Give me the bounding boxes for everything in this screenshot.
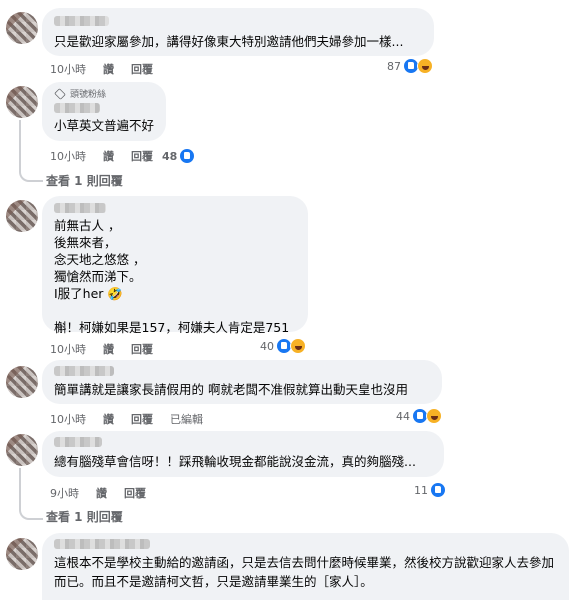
comment-time[interactable]: 9小時: [50, 485, 79, 501]
reaction-count: 48: [162, 149, 178, 163]
comment-bubble: 頭號粉絲 小草英文普遍不好: [42, 82, 166, 141]
view-replies-link[interactable]: 查看 1 則回覆: [46, 508, 123, 525]
comment-time[interactable]: 10小時: [50, 61, 86, 77]
reaction-count: 44: [396, 409, 410, 423]
reaction-summary[interactable]: 48: [162, 148, 196, 164]
haha-icon: [290, 338, 306, 354]
like-button[interactable]: 讚: [103, 341, 114, 357]
top-fan-badge: 頭號粉絲: [54, 87, 154, 100]
haha-icon: [426, 408, 442, 424]
comment-actions: 10小時 讚 回覆 已編輯: [50, 411, 203, 427]
avatar[interactable]: [6, 434, 38, 466]
avatar[interactable]: [6, 366, 38, 398]
avatar[interactable]: [6, 538, 38, 570]
avatar[interactable]: [6, 12, 38, 44]
thread-connector: [19, 120, 21, 172]
comment-text: 前無古人 ， 後無來者， 念天地之悠悠 ， 獨愴然而涕下。 I服了her 🤣 槲…: [54, 218, 290, 335]
view-replies-link[interactable]: 查看 1 則回覆: [46, 172, 123, 189]
comment-time[interactable]: 10小時: [50, 411, 86, 427]
reply-button[interactable]: 回覆: [131, 61, 153, 77]
comment-text: 總有腦殘草會信呀！！踩飛輪收現金都能說沒金流，真的夠腦殘...: [54, 454, 416, 469]
comment-actions: 10小時 讚 回覆 48: [50, 148, 196, 164]
comment-text: 這根本不是學校主動給的邀請函，只是去信去問什麼時候畢業，然後校方說歡迎家人去參加…: [54, 555, 555, 589]
edited-label[interactable]: 已編輯: [170, 411, 203, 427]
like-button[interactable]: 讚: [96, 485, 107, 501]
comment-time[interactable]: 10小時: [50, 148, 86, 164]
comment-time[interactable]: 10小時: [50, 341, 86, 357]
reply-button[interactable]: 回覆: [131, 148, 153, 164]
comment-text: 簡單講就是讓家長請假用的 啊就老闆不准假就算出動天皇也沒用: [54, 382, 408, 397]
commenter-name-redacted[interactable]: [54, 437, 102, 447]
comment-text: 只是歡迎家屬參加，講得好像東大特別邀請他們夫婦參加一樣...: [54, 34, 404, 49]
commenter-name-redacted[interactable]: [54, 16, 109, 26]
commenter-name-redacted[interactable]: [54, 539, 150, 549]
comment-bubble: 前無古人 ， 後無來者， 念天地之悠悠 ， 獨愴然而涕下。 I服了her 🤣 槲…: [42, 196, 308, 335]
like-button[interactable]: 讚: [103, 411, 114, 427]
haha-icon: [417, 58, 433, 74]
comment-actions: 9小時 讚 回覆: [50, 485, 146, 501]
comment-text: 小草英文普遍不好: [54, 118, 155, 133]
comment-bubble: 總有腦殘草會信呀！！踩飛輪收現金都能說沒金流，真的夠腦殘...: [42, 431, 444, 477]
thread-connector-curve: [19, 508, 43, 520]
reaction-summary[interactable]: 11: [414, 482, 446, 498]
reaction-count: 87: [387, 59, 401, 73]
comment-actions: 10小時 讚 回覆: [50, 61, 153, 77]
thread-connector-curve: [19, 170, 43, 182]
reply-button[interactable]: 回覆: [131, 341, 153, 357]
reaction-summary[interactable]: 44: [396, 408, 442, 424]
like-button[interactable]: 讚: [103, 61, 114, 77]
reply-button[interactable]: 回覆: [131, 411, 153, 427]
reaction-summary[interactable]: 40: [260, 338, 306, 354]
thread-connector: [19, 468, 21, 510]
fan-badge-icon: [54, 87, 66, 100]
avatar[interactable]: [6, 86, 38, 118]
like-icon: [179, 148, 196, 164]
reaction-summary[interactable]: 87: [387, 58, 433, 74]
badge-label: 頭號粉絲: [70, 90, 107, 100]
avatar[interactable]: [6, 200, 38, 232]
reaction-count: 40: [260, 339, 274, 353]
comment-bubble: 簡單講就是讓家長請假用的 啊就老闆不准假就算出動天皇也沒用: [42, 360, 442, 404]
reaction-count: 11: [414, 483, 428, 497]
comment-bubble: 只是歡迎家屬參加，講得好像東大特別邀請他們夫婦參加一樣...: [42, 8, 434, 56]
like-button[interactable]: 讚: [103, 148, 114, 164]
reply-button[interactable]: 回覆: [124, 485, 146, 501]
commenter-name-redacted[interactable]: [54, 103, 100, 113]
comment-actions: 10小時 讚 回覆: [50, 341, 153, 357]
commenter-name-redacted[interactable]: [54, 366, 114, 376]
commenter-name-redacted[interactable]: [54, 203, 106, 213]
like-icon: [430, 482, 446, 498]
comment-bubble: 這根本不是學校主動給的邀請函，只是去信去問什麼時候畢業，然後校方說歡迎家人去參加…: [42, 533, 569, 600]
